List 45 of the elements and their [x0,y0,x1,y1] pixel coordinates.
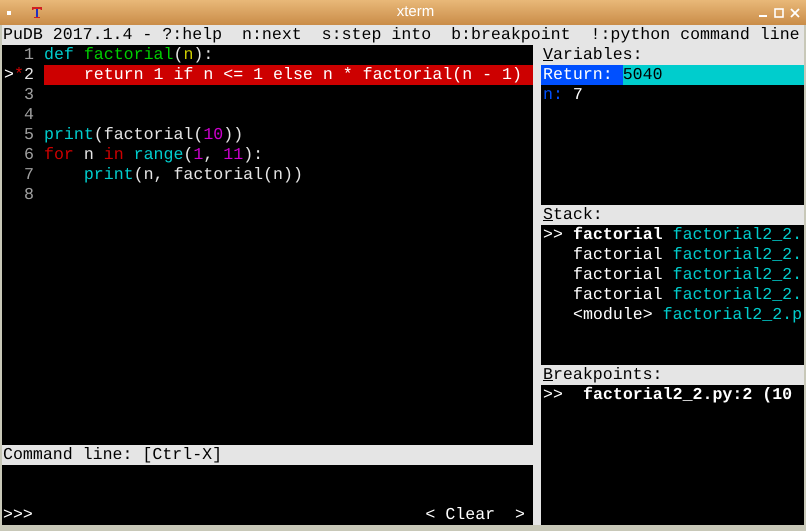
stack-frame-function[interactable]: factorial [573,265,663,285]
window-title: xterm [396,2,436,22]
variable-value: 7 [572,85,583,105]
variables-header: Variables: [541,45,804,65]
code-line: print(n, factorial(n)) [82,165,304,185]
line-number: 5 [24,125,34,144]
window-menu-icon[interactable] [7,10,11,14]
help-bar: PuDB 2017.1.4 - ?:help n:next s:step into b:breakpoint !:python command line [2,25,804,45]
stack-header: Stack: [541,205,804,225]
stack-frame-file[interactable]: factorial2_2. [672,265,802,285]
variable-value: 5040 [622,65,663,85]
close-icon[interactable] [790,8,800,18]
breakpoint-entry[interactable]: factorial2_2.py:2 (10 [583,385,792,405]
stack-frame-function[interactable]: factorial [573,285,663,305]
line-number: 2 [24,65,34,84]
variable-name: n: [542,85,564,105]
stack-frame-function[interactable]: factorial [573,245,663,265]
line-number: 6 [24,145,34,164]
stack-frame-file[interactable]: factorial2_2.p [662,305,802,325]
stack-frame-file[interactable]: factorial2_2. [672,285,802,305]
line-number: 1 [24,45,34,64]
code-line: def factorial(n): [44,45,214,65]
maximize-icon[interactable] [774,8,784,18]
clear-button[interactable]: < Clear > [425,505,525,525]
breakpoint-list-marker: >> [543,385,563,404]
stack-frame-file[interactable]: factorial2_2. [672,245,802,265]
line-number: 4 [24,105,34,124]
command-prompt: >>> [2,505,33,525]
variable-name: Return: [541,65,623,85]
line-number: 3 [24,85,34,104]
stack-frame-function[interactable]: factorial [573,225,663,245]
breakpoint-marker: * [14,65,24,84]
line-number: 8 [24,185,34,204]
code-line: for n in range(1, 11): [44,145,264,165]
line-number: 7 [24,165,34,184]
variable-row[interactable]: Return: 5040 [541,65,804,85]
command-line-header: Command line: [Ctrl-X] [2,445,533,465]
stack-frame-function[interactable]: <module> [573,305,653,325]
code-line: print(factorial(10)) [44,125,244,145]
stack-frame-file[interactable]: factorial2_2. [672,225,802,245]
variable-row[interactable]: n: 7 [541,85,804,105]
current-frame-marker: >> [543,225,563,244]
terminal-app-icon [31,6,43,19]
breakpoints-header: Breakpoints: [541,365,804,385]
current-line-marker: > [4,65,14,84]
